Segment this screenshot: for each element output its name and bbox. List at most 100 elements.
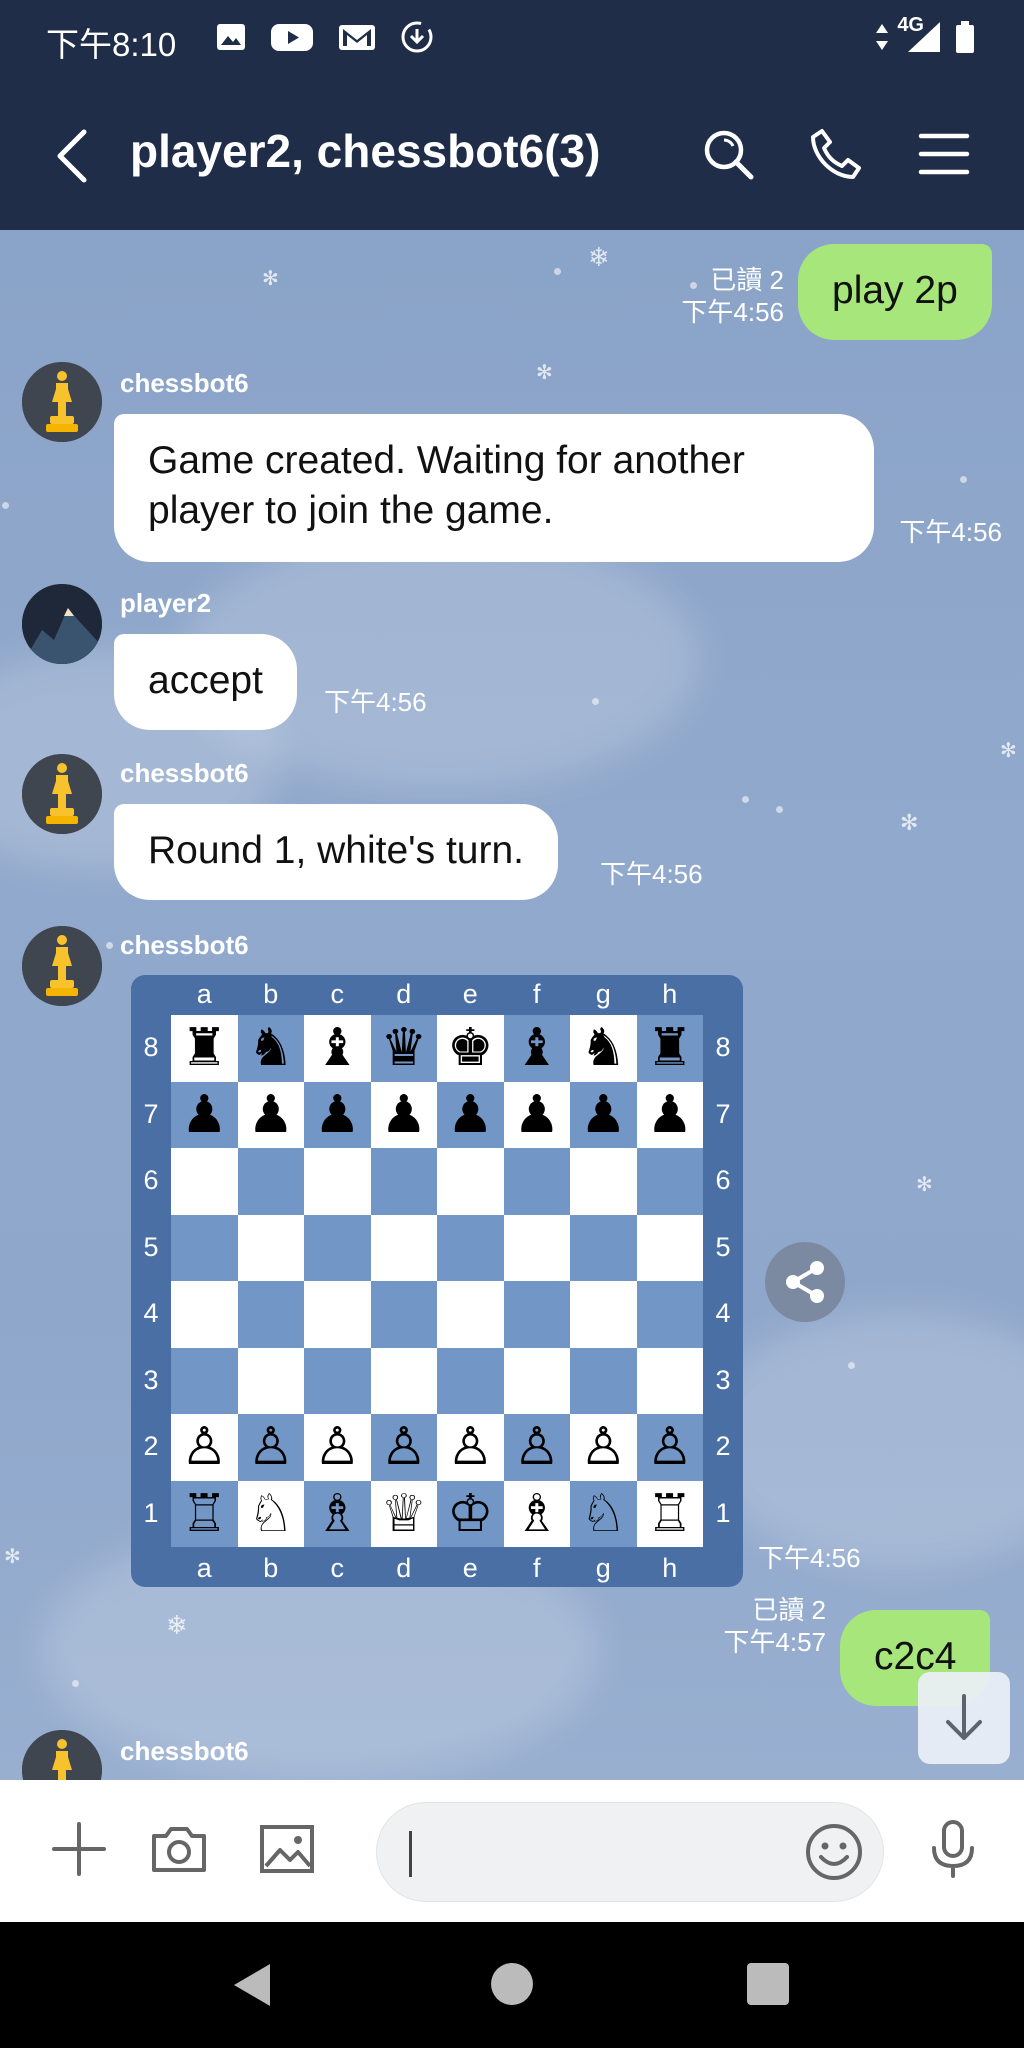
chess-piece: ♔ — [446, 1483, 494, 1544]
chess-bishop-avatar-icon — [22, 926, 102, 1006]
board-square-e1: ♔ — [437, 1480, 504, 1547]
board-square-h6 — [636, 1148, 703, 1215]
battery-icon — [956, 21, 974, 53]
microphone-icon[interactable] — [922, 1818, 984, 1880]
file-label: e — [462, 979, 478, 1009]
message-time: 下午4:56 — [758, 1543, 861, 1573]
board-square-e2: ♙ — [437, 1414, 504, 1481]
youtube-icon — [271, 24, 313, 51]
chess-piece: ♟ — [646, 1084, 694, 1145]
share-button[interactable] — [765, 1242, 845, 1322]
chess-piece: ♗ — [513, 1483, 561, 1544]
board-square-a7: ♟ — [171, 1081, 238, 1148]
board-square-d4 — [370, 1281, 437, 1348]
file-label: a — [196, 1553, 212, 1583]
message-text: Round 1, white's turn. — [148, 829, 524, 872]
sender-name: chessbot6 — [120, 1736, 249, 1766]
image-icon[interactable] — [256, 1818, 318, 1880]
avatar-chessbot6[interactable] — [22, 1730, 102, 1780]
message-input[interactable] — [376, 1802, 884, 1902]
message-bubble-received[interactable]: accept — [114, 634, 297, 730]
chat-title: player2, chessbot6(3) — [130, 125, 601, 177]
board-square-e7: ♟ — [437, 1081, 504, 1148]
message-bubble-received[interactable]: Game created. Waiting for another player… — [114, 414, 874, 562]
rank-label: 1 — [143, 1497, 159, 1528]
board-square-h1: ♖ — [636, 1480, 703, 1547]
chess-bishop-avatar-icon — [22, 1730, 102, 1780]
board-square-h2: ♙ — [636, 1414, 703, 1481]
message-bubble-sent[interactable]: play 2p — [798, 244, 992, 340]
chess-bishop-avatar-icon — [22, 362, 102, 442]
snowflake-decoration: ✻ — [1000, 740, 1017, 762]
board-square-g8: ♞ — [570, 1015, 637, 1082]
emoji-icon[interactable] — [803, 1821, 865, 1883]
board-squares: ♜ ♞ ♝ ♛ ♚ ♝ ♞ ♜ ♟ ♟ ♟ ♟ ♟ ♟ ♟ ♟ ♙ ♙ ♙ ♙ ♙ ♙ ♙ ♙ ♖ ♘ ♗ ♕ ♔ ♗ ♘ ♖ — [171, 1015, 703, 1547]
phone-icon[interactable] — [808, 126, 864, 182]
file-label: d — [396, 979, 412, 1009]
nav-home-icon[interactable] — [488, 1960, 536, 2008]
chat-area[interactable]: ❄ ✻ ✻ ✻ ✻ ✻ ✻ ❄ 已讀 2 下午4:56 play 2p ches… — [0, 230, 1024, 1780]
chess-board[interactable]: ♜ ♞ ♝ ♛ ♚ ♝ ♞ ♜ ♟ ♟ ♟ ♟ ♟ ♟ ♟ ♟ ♙ ♙ ♙ ♙ ♙ ♙ ♙ ♙ ♖ ♘ ♗ ♕ ♔ ♗ ♘ ♖ aabbccd… — [131, 975, 743, 1587]
board-square-c3 — [304, 1347, 371, 1414]
avatar-chessbot6[interactable] — [22, 754, 102, 834]
chess-piece: ♞ — [579, 1018, 627, 1079]
file-label: f — [532, 979, 541, 1009]
chess-piece: ♘ — [579, 1483, 627, 1544]
chat-header: player2, chessbot6(3) — [0, 76, 1024, 230]
chess-piece: ♖ — [646, 1483, 694, 1544]
rank-label: 4 — [143, 1298, 159, 1329]
status-time: 下午8:10 — [46, 26, 177, 63]
file-label: c — [330, 979, 345, 1009]
board-square-g5 — [570, 1214, 637, 1281]
board-square-b5 — [237, 1214, 304, 1281]
board-square-g4 — [570, 1281, 637, 1348]
board-square-g7: ♟ — [570, 1081, 637, 1148]
board-square-h7: ♟ — [636, 1081, 703, 1148]
rank-label: 2 — [715, 1431, 731, 1462]
text-caret — [409, 1831, 412, 1877]
camera-icon[interactable] — [148, 1818, 210, 1880]
file-label: h — [662, 979, 678, 1009]
rank-label: 8 — [143, 1032, 159, 1063]
message-composer — [0, 1780, 1024, 1922]
board-square-d1: ♕ — [370, 1480, 437, 1547]
chess-piece: ♚ — [446, 1018, 494, 1079]
scroll-to-bottom-button[interactable] — [918, 1672, 1010, 1764]
board-square-b4 — [237, 1281, 304, 1348]
chess-piece: ♟ — [446, 1084, 494, 1145]
menu-icon[interactable] — [916, 126, 972, 182]
chess-piece: ♟ — [313, 1084, 361, 1145]
search-icon[interactable] — [700, 126, 756, 182]
board-square-d6 — [370, 1148, 437, 1215]
board-square-f2: ♙ — [503, 1414, 570, 1481]
avatar-chessbot6[interactable] — [22, 362, 102, 442]
rank-label: 8 — [715, 1032, 731, 1063]
nav-back-icon[interactable] — [228, 1960, 278, 2010]
message-time: 下午4:57 — [723, 1627, 826, 1657]
board-square-d2: ♙ — [370, 1414, 437, 1481]
board-square-c5 — [304, 1214, 371, 1281]
board-square-a5 — [171, 1214, 238, 1281]
chess-piece: ♟ — [513, 1084, 561, 1145]
board-square-e6 — [437, 1148, 504, 1215]
board-square-b2: ♙ — [237, 1414, 304, 1481]
avatar-player2[interactable] — [22, 584, 102, 664]
signal-icon — [908, 22, 940, 52]
chess-piece: ♙ — [513, 1417, 561, 1478]
snowflake-decoration: ✻ — [916, 1174, 933, 1196]
download-icon — [401, 21, 433, 53]
gallery-icon — [217, 24, 245, 50]
board-square-g2: ♙ — [570, 1414, 637, 1481]
board-square-a3 — [171, 1347, 238, 1414]
file-label: d — [396, 1553, 412, 1583]
message-bubble-received[interactable]: Round 1, white's turn. — [114, 804, 558, 900]
avatar-chessbot6[interactable] — [22, 926, 102, 1006]
rank-label: 2 — [143, 1431, 159, 1462]
message-text: play 2p — [832, 269, 958, 312]
plus-icon[interactable] — [48, 1818, 110, 1880]
back-icon[interactable] — [52, 126, 92, 186]
board-square-b1: ♘ — [237, 1480, 304, 1547]
chess-piece: ♙ — [180, 1417, 228, 1478]
nav-recents-icon[interactable] — [746, 1962, 790, 2006]
file-label: b — [263, 979, 279, 1009]
